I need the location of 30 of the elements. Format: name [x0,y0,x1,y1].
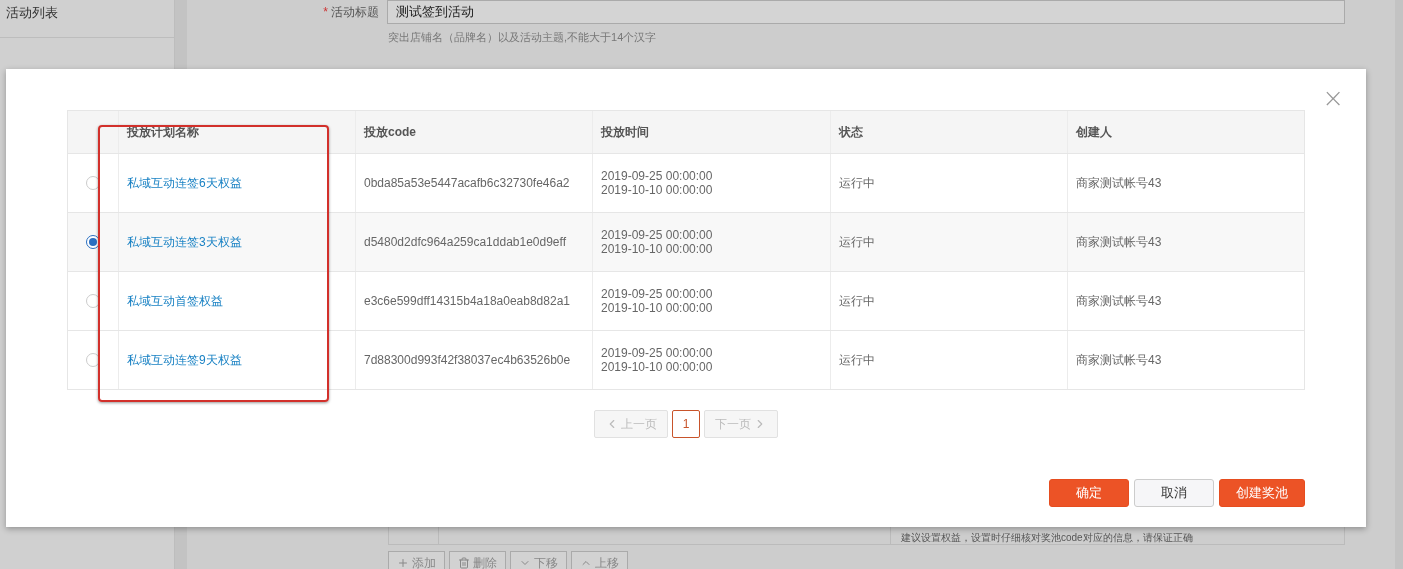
start-time: 2019-09-25 00:00:00 [601,287,713,301]
close-button[interactable]: × [1322,85,1344,111]
end-time: 2019-10-10 00:00:00 [601,242,713,256]
dialog-button[interactable]: 确定 [1049,479,1129,507]
start-time: 2019-09-25 00:00:00 [601,346,713,360]
end-time: 2019-10-10 00:00:00 [601,183,713,197]
plan-name-link[interactable]: 私域互动连签9天权益 [127,351,242,369]
end-time: 2019-10-10 00:00:00 [601,360,713,374]
plan-name-link[interactable]: 私域互动连签3天权益 [127,233,242,251]
dialog-button[interactable]: 取消 [1134,479,1214,507]
plan-name-link[interactable]: 私域互动首签权益 [127,292,223,310]
field-hint: 突出店铺名（品牌名）以及活动主题,不能大于14个汉字 [388,30,658,45]
end-time: 2019-10-10 00:00:00 [601,301,713,315]
start-time: 2019-09-25 00:00:00 [601,228,713,242]
plan-name-link[interactable]: 私域互动连签6天权益 [127,174,242,192]
row-action-button[interactable]: 下移 [510,551,567,569]
row-action-button[interactable]: 添加 [388,551,445,569]
row-action-button[interactable]: 删除 [449,551,506,569]
trash-icon [458,557,470,569]
sidebar-item[interactable]: 活动列表 [0,0,174,38]
page-button[interactable]: 1 [671,410,701,438]
dialog-button[interactable]: 创建奖池 [1219,479,1305,507]
table-cell: 商家测试帐号43 [1067,331,1304,389]
plus-icon [397,557,409,569]
start-time: 2019-09-25 00:00:00 [601,169,713,183]
table-cell: 运行中 [830,331,1067,389]
title-input[interactable]: 测试签到活动 [387,0,1345,24]
rights-hint: 建议设置权益，设置时仔细核对奖池code对应的信息，请保证正确 [900,531,1194,544]
table-cell: 7d88300d993f42f38037ec4b63526b0e [355,331,592,389]
field-label: * 活动标题 [322,3,380,21]
